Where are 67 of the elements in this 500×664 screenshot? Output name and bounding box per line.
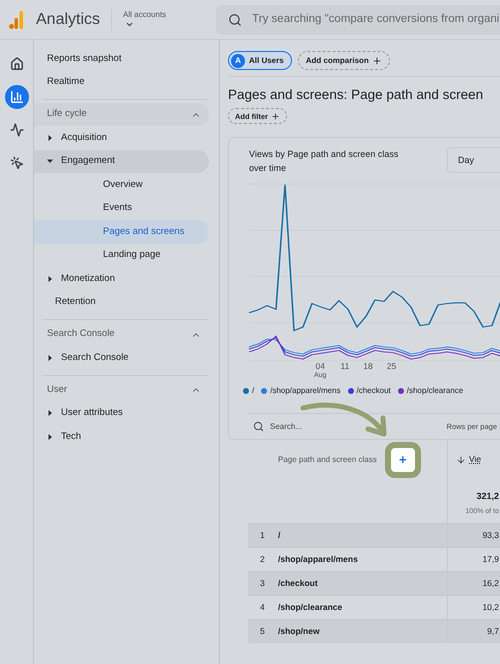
legend-label: /checkout — [356, 385, 391, 398]
caret-right-icon — [47, 434, 53, 440]
search-bar[interactable]: Try searching "compare conversions from organi — [216, 4, 500, 34]
page-path-cell: /shop/new — [278, 625, 320, 638]
add-dimension-button[interactable]: + — [384, 442, 421, 478]
column-header[interactable]: Page path and screen class — [278, 454, 377, 466]
x-axis-label: 18 — [363, 362, 373, 374]
nav-item[interactable]: Realtime — [34, 71, 209, 94]
page-path-cell: /shop/clearance — [278, 601, 342, 614]
account-selector[interactable]: All accounts — [123, 10, 166, 29]
page-path-cell: /shop/apparel/mens — [278, 553, 358, 566]
legend-label: / — [252, 385, 254, 398]
plus-icon — [372, 56, 382, 66]
search-icon — [253, 421, 264, 432]
row-index: 4 — [259, 601, 266, 614]
views-cell: 93,3 — [482, 529, 499, 542]
reports-nav-icon[interactable] — [4, 85, 28, 109]
views-cell: 9,7 — [487, 625, 499, 638]
views-cell: 10,2 — [482, 601, 499, 614]
legend-label: /shop/apparel/mens — [270, 385, 340, 398]
add-comparison-button[interactable]: Add comparison — [298, 51, 390, 70]
row-index: 3 — [259, 577, 266, 590]
caret-right-icon — [47, 354, 53, 361]
nav-item[interactable]: Events — [34, 196, 209, 220]
nav-item[interactable]: Reports snapshot — [34, 48, 209, 71]
column-header[interactable]: Vie — [469, 453, 482, 466]
row-index: 5 — [259, 625, 266, 638]
row-index: 1 — [259, 529, 266, 542]
caret-down-icon — [47, 158, 53, 164]
section-header[interactable]: Search Console — [34, 323, 209, 346]
nav-item[interactable]: User attributes — [34, 402, 209, 425]
nav-item[interactable]: Pages and screens — [34, 220, 209, 244]
page-path-cell: / — [278, 529, 280, 542]
caret-right-icon — [47, 410, 53, 416]
x-axis-label: 25 — [386, 362, 396, 374]
nav-item[interactable]: Monetization — [34, 267, 209, 290]
chart-title: Views by Page path and screen class over time — [249, 148, 400, 176]
segment-chip[interactable]: A All Users — [228, 51, 292, 70]
interval-dropdown[interactable]: Day — [447, 147, 500, 174]
row-index: 2 — [259, 553, 266, 566]
nav-item[interactable]: Retention — [34, 290, 209, 314]
section-header[interactable]: User — [34, 378, 209, 402]
views-cell: 17,9 — [482, 553, 499, 566]
page-title: Pages and screens: Page path and screen — [228, 86, 484, 104]
segment-letter-icon: A — [231, 54, 245, 68]
caret-right-icon — [47, 276, 53, 282]
nav-item[interactable]: Overview — [34, 173, 209, 196]
legend-label: /shop/clearance — [406, 385, 464, 398]
dropdown-icon — [125, 20, 134, 29]
page-path-cell: /checkout — [278, 577, 318, 590]
sort-down-icon — [456, 454, 466, 465]
table-search-field[interactable]: Search... — [270, 420, 315, 433]
nav-item[interactable]: Acquisition — [34, 126, 209, 150]
product-name: Analytics — [36, 10, 100, 30]
x-axis-label: 11 — [340, 362, 350, 374]
search-field[interactable]: Try searching "compare conversions from organi — [252, 10, 500, 28]
nav-item[interactable]: Landing page — [34, 244, 209, 267]
caret-right-icon — [47, 134, 53, 141]
bar-chart-logo-icon — [9, 10, 23, 28]
search-icon — [228, 12, 242, 26]
nav-item[interactable]: Engagement — [34, 150, 209, 173]
nav-item[interactable]: Search Console — [34, 346, 209, 370]
plus-icon — [270, 112, 280, 121]
nav-item[interactable]: Tech — [34, 425, 209, 448]
views-cell: 16,2 — [482, 577, 499, 590]
section-header[interactable]: Life cycle — [34, 103, 209, 126]
total-value: 321,2 — [476, 490, 499, 504]
